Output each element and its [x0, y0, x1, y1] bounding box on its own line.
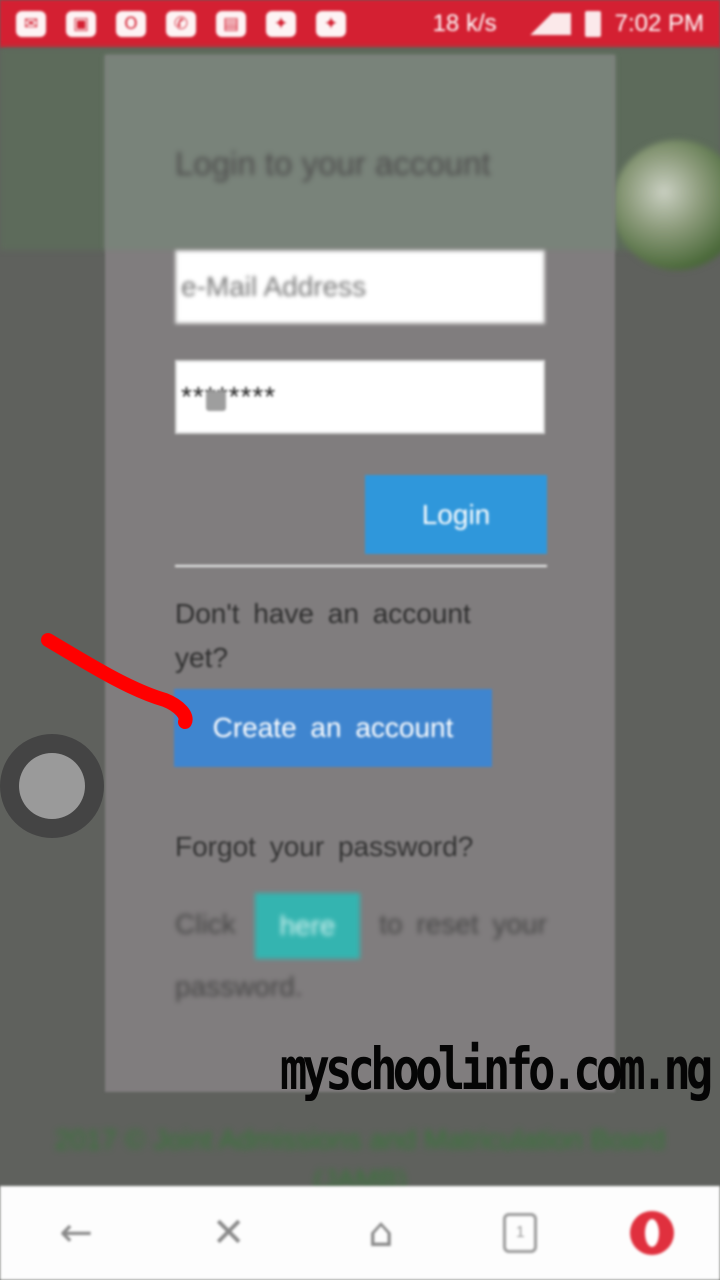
assistive-touch-inner	[19, 753, 85, 819]
opera-menu-icon[interactable]	[629, 1211, 674, 1255]
home-icon[interactable]: ⌂	[351, 1210, 411, 1256]
tabs-icon[interactable]: 1	[503, 1213, 538, 1253]
close-icon[interactable]: ✕	[199, 1210, 259, 1256]
assistive-touch-button[interactable]	[0, 734, 104, 838]
tabs-count: 1	[515, 1224, 525, 1241]
back-icon[interactable]: ←	[46, 1210, 106, 1256]
watermark: myschoolinfo.com.ng	[280, 1035, 713, 1103]
browser-navbar: ← ✕ ⌂ 1	[0, 1186, 720, 1280]
